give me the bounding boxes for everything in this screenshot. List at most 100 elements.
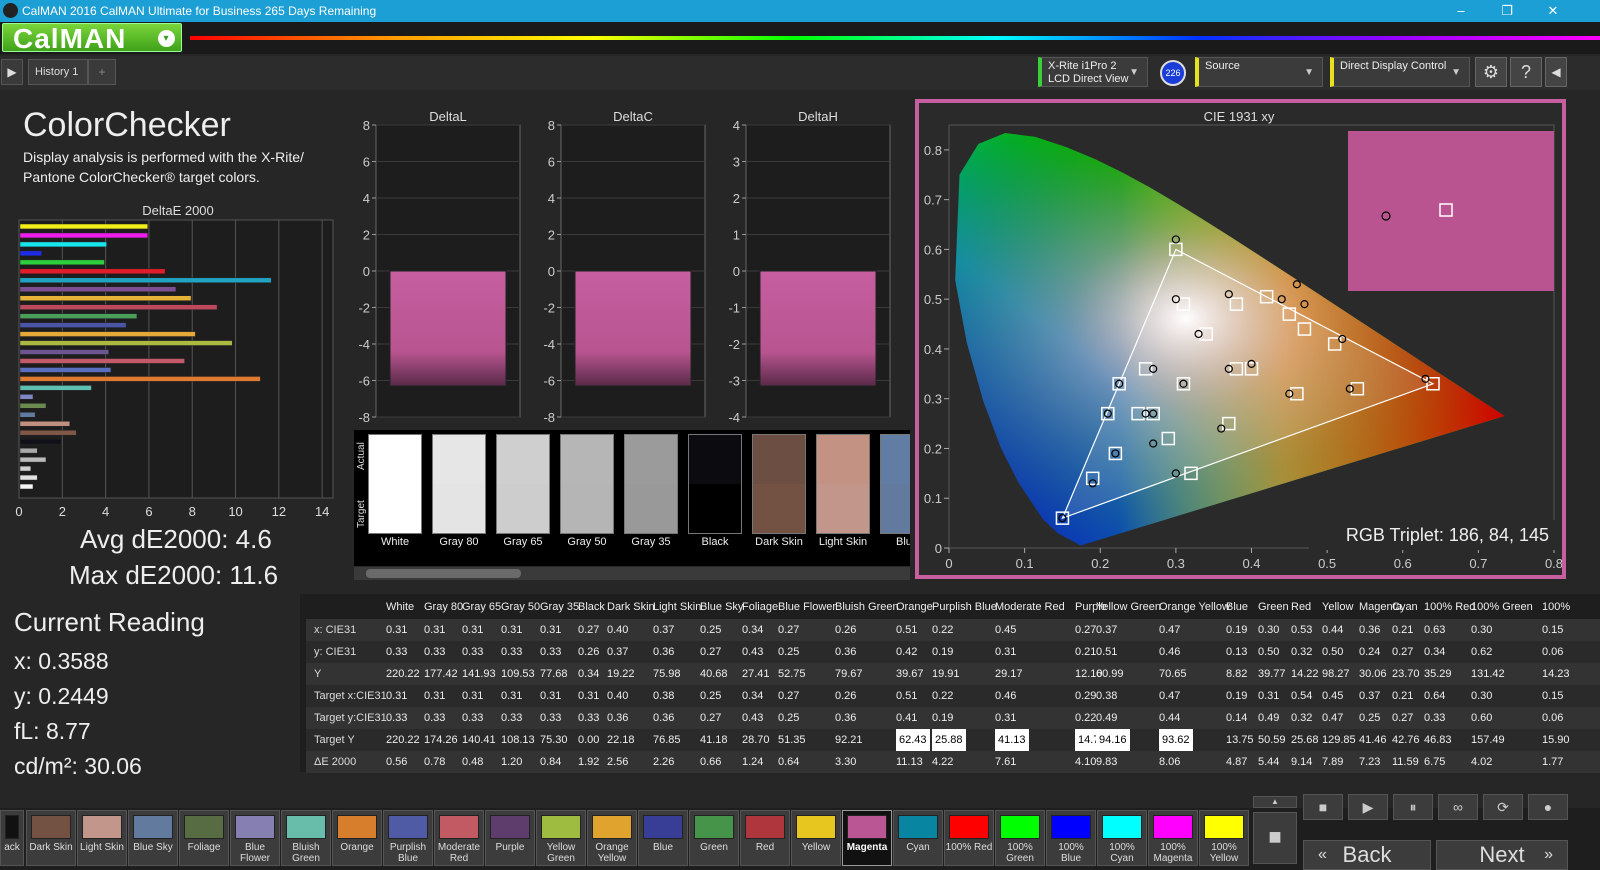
table-cell: 0.21 bbox=[1392, 690, 1414, 702]
add-tab-button[interactable]: + bbox=[88, 59, 116, 85]
stop-icon[interactable]: ■ bbox=[1303, 794, 1343, 820]
table-cell: 0.27 bbox=[578, 624, 600, 636]
patch-label: 100% Red bbox=[945, 842, 993, 853]
meter-badge[interactable]: 226 bbox=[1160, 60, 1186, 86]
scrollbar-thumb[interactable] bbox=[366, 569, 521, 578]
patch-button[interactable]: 100% Red bbox=[944, 810, 994, 866]
table-cell: 1.92 bbox=[578, 756, 600, 768]
table-cell: 0.36 bbox=[653, 646, 675, 658]
table-row: y: CIE31 0.33 0.33 0.33 0.33 0.33 0.26 0.37 0.36… bbox=[306, 641, 1600, 663]
patch-button[interactable]: 100% Green bbox=[995, 810, 1045, 866]
table-cell: 0.43 bbox=[742, 712, 764, 724]
next-button[interactable]: Next » bbox=[1436, 840, 1568, 870]
up-icon[interactable]: ▲ bbox=[1253, 796, 1297, 808]
table-cell: 76.85 bbox=[653, 734, 681, 746]
patch-swatch bbox=[643, 815, 683, 839]
column-header: Purplish Blue bbox=[932, 601, 997, 613]
table-cell: 0.50 bbox=[1322, 646, 1344, 658]
patch-button[interactable]: Bluish Green bbox=[281, 810, 331, 866]
patch-label: Yellow Green bbox=[546, 842, 576, 864]
patch-button[interactable]: Yellow bbox=[791, 810, 841, 866]
big-stop-icon[interactable]: ■ bbox=[1253, 812, 1297, 864]
patch-button[interactable]: ack bbox=[0, 810, 24, 866]
source-selector[interactable]: Source ▼ bbox=[1195, 57, 1323, 87]
patch-button[interactable]: Blue Flower bbox=[230, 810, 280, 866]
patch-button[interactable]: Moderate Red bbox=[434, 810, 484, 866]
swatch-label: White bbox=[380, 536, 410, 548]
tab-history-1[interactable]: History 1 bbox=[28, 59, 88, 85]
x-tick-label: 14 bbox=[315, 504, 329, 519]
table-cell: 0.25 bbox=[778, 646, 800, 658]
table-cell: 0.40 bbox=[607, 690, 629, 702]
color-swatch bbox=[688, 434, 742, 534]
help-icon[interactable]: ? bbox=[1510, 57, 1542, 87]
table-cell: 0.33 bbox=[501, 712, 523, 724]
patch-button[interactable]: Purplish Blue bbox=[383, 810, 433, 866]
title-bar: calman-icon CalMAN 2016 CalMAN Ultimate … bbox=[0, 0, 1600, 22]
table-cell: 0.63 bbox=[1424, 624, 1446, 636]
table-cell: 41.46 bbox=[1359, 734, 1387, 746]
deltae-bar bbox=[19, 232, 149, 239]
play-icon[interactable]: ▶ bbox=[1, 59, 23, 85]
swatch-label: Light Skin bbox=[818, 536, 868, 548]
close-icon[interactable]: ✕ bbox=[1530, 0, 1576, 22]
table-cell: 75.98 bbox=[653, 668, 681, 680]
patch-button[interactable]: 100% Magenta bbox=[1148, 810, 1198, 866]
x-tick-label: 0.3 bbox=[1167, 556, 1185, 571]
column-header: 100% Red bbox=[1424, 601, 1476, 613]
table-cell: 0.78 bbox=[424, 756, 446, 768]
refresh-icon[interactable]: ⟳ bbox=[1483, 794, 1523, 820]
patch-button[interactable]: Purple bbox=[485, 810, 535, 866]
table-cell: 0.31 bbox=[501, 624, 523, 636]
display-control-selector[interactable]: Direct Display Control ▼ bbox=[1330, 57, 1470, 87]
table-cell: 0.30 bbox=[1258, 624, 1280, 636]
patch-button[interactable]: Green bbox=[689, 810, 739, 866]
y-tick-label: -4 bbox=[358, 337, 370, 352]
patch-button[interactable]: Cyan bbox=[893, 810, 943, 866]
patch-button[interactable]: Magenta bbox=[842, 810, 892, 866]
table-cell: 3.30 bbox=[835, 756, 857, 768]
page-description-line1: Display analysis is performed with the X… bbox=[23, 149, 304, 165]
patch-button[interactable]: 100% Blue bbox=[1046, 810, 1096, 866]
y-tick-label: 0.5 bbox=[924, 292, 942, 307]
table-cell: 157.49 bbox=[1471, 734, 1505, 746]
patch-swatch bbox=[1153, 815, 1193, 839]
play-icon[interactable]: ▶ bbox=[1348, 794, 1388, 820]
patch-button[interactable]: Red bbox=[740, 810, 790, 866]
column-header: Orange bbox=[896, 601, 933, 613]
swatch-scrollbar[interactable] bbox=[354, 567, 910, 580]
patch-button[interactable]: Orange Yellow bbox=[587, 810, 637, 866]
table-cell: 11.59 bbox=[1392, 756, 1419, 768]
record-icon[interactable]: ● bbox=[1528, 794, 1568, 820]
y-tick-label: 0.8 bbox=[924, 143, 942, 158]
table-cell: 0.32 bbox=[1291, 646, 1313, 658]
patch-button[interactable]: Blue Sky bbox=[128, 810, 178, 866]
patch-button[interactable]: 100% Yellow bbox=[1199, 810, 1249, 866]
table-cell: 0.25 bbox=[1359, 712, 1381, 724]
table-cell: 0.62 bbox=[1471, 646, 1493, 658]
patch-button[interactable]: Foliage bbox=[179, 810, 229, 866]
deltae-bar bbox=[19, 394, 34, 400]
loop-icon[interactable]: ∞ bbox=[1438, 794, 1478, 820]
patch-button[interactable]: 100% Cyan bbox=[1097, 810, 1147, 866]
pause-icon[interactable]: ⏸ bbox=[1393, 794, 1433, 820]
table-cell: 35.29 bbox=[1424, 668, 1452, 680]
table-cell: 0.43 bbox=[742, 646, 764, 658]
patch-button[interactable]: Light Skin bbox=[77, 810, 127, 866]
back-button[interactable]: « Back bbox=[1303, 840, 1431, 870]
patch-button[interactable]: Orange bbox=[332, 810, 382, 866]
maximize-icon[interactable]: ❐ bbox=[1484, 0, 1530, 22]
table-row: x: CIE31 0.31 0.31 0.31 0.31 0.31 0.27 0.40 0.37… bbox=[306, 619, 1600, 641]
meter-selector[interactable]: X-Rite i1Pro 2 LCD Direct View ▼ bbox=[1038, 57, 1148, 87]
table-cell: 0.22 bbox=[932, 690, 954, 702]
deltae-bar bbox=[19, 385, 92, 391]
patch-swatch bbox=[796, 815, 836, 839]
delta-chart-title: DeltaC bbox=[613, 109, 653, 124]
calman-logo-button[interactable]: CalMAN ▾ bbox=[2, 23, 182, 53]
collapse-icon[interactable]: ◀ bbox=[1545, 57, 1567, 87]
minimize-icon[interactable]: – bbox=[1438, 0, 1484, 22]
patch-button[interactable]: Yellow Green bbox=[536, 810, 586, 866]
patch-button[interactable]: Dark Skin bbox=[26, 810, 76, 866]
patch-button[interactable]: Blue bbox=[638, 810, 688, 866]
gear-icon[interactable]: ⚙ bbox=[1475, 57, 1507, 87]
